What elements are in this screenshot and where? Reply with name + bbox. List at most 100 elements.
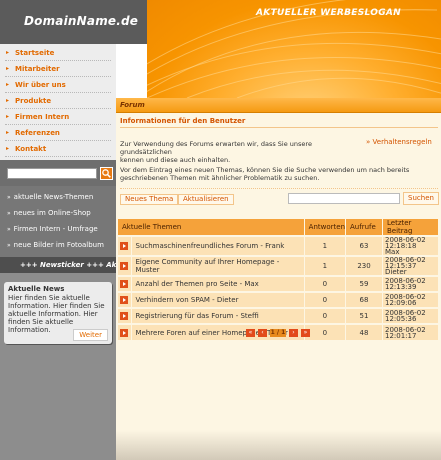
threads-table: Aktuelle Themen Antworten Aufrufe Letzte… — [118, 219, 439, 340]
chevron-right-icon: ▸ — [6, 65, 10, 72]
sidebar: ▸ Startseite ▸ Mitarbeiter ▸ Wir über uns ▸… — [0, 44, 116, 460]
news-title: Aktuelle News — [8, 285, 65, 293]
rules-link[interactable]: » Verhaltensregeln — [366, 138, 432, 146]
chevron-right-icon: ▸ — [6, 129, 10, 136]
prev-page-icon[interactable]: ‹ — [258, 329, 267, 337]
search-hint-text: Vor dem Eintrag eines neuen Themas, könn… — [120, 166, 410, 182]
topic-title[interactable]: Anzahl der Themen pro Seite - Max — [131, 275, 305, 292]
topic-icon — [120, 242, 129, 250]
topic-icon — [120, 262, 129, 270]
last-post: 2008-06-02 12:13:39 — [382, 275, 439, 292]
header-banner: AKTUELLER WERBESLOGAN — [147, 0, 441, 98]
search-button[interactable] — [100, 167, 113, 180]
new-topic-button[interactable]: Neues Thema — [120, 194, 179, 205]
divider — [120, 127, 438, 128]
sidebar-item-kontakt[interactable]: ▸ Kontakt — [5, 141, 111, 157]
reply-count: 1 — [304, 255, 347, 276]
table-row[interactable]: Suchmaschinenfreundliches Forum - Frank … — [118, 235, 439, 256]
news-text: Hier finden Sie aktuelle Information. Hi… — [8, 294, 105, 334]
column-header-last-post: Letzter Beitrag — [382, 219, 439, 236]
double-chevron-icon: » — [7, 226, 11, 233]
sidebar-item-label: Referenzen — [15, 129, 60, 137]
link-fotoalbum[interactable]: » neue Bilder im Fotoalbum — [0, 237, 116, 253]
news-box: Aktuelle News Hier finden Sie aktuelle I… — [4, 282, 112, 344]
forum-search-input[interactable] — [288, 193, 400, 204]
sidebar-item-label: Kontakt — [15, 145, 47, 153]
main-bottom-fade — [116, 430, 441, 460]
newsticker: +++ Newsticker +++ Aktue — [0, 257, 116, 273]
view-count: 59 — [345, 275, 383, 292]
topic-title[interactable]: Registrierung für das Forum - Steffi — [131, 307, 305, 324]
last-post: 2008-06-02 12:05:36 — [382, 307, 439, 324]
topic-title[interactable]: Verhindern von SPAM - Dieter — [131, 291, 305, 308]
link-online-shop[interactable]: » neues im Online-Shop — [0, 205, 116, 221]
topic-title[interactable]: Eigene Community auf Ihrer Homepage - Mu… — [131, 255, 305, 276]
table-row[interactable]: Registrierung für das Forum - Steffi 0 5… — [118, 307, 439, 324]
last-post: 2008-06-02 12:15:37 Dieter — [382, 255, 439, 276]
link-news-themen[interactable]: » aktuelle News-Themen — [0, 189, 116, 205]
view-count: 48 — [345, 323, 383, 340]
search-icon — [102, 169, 111, 178]
main-content: Forum Informationen für den Benutzer Zur… — [116, 98, 441, 460]
info-title: Informationen für den Benutzer — [120, 117, 246, 125]
next-page-icon[interactable]: › — [289, 329, 298, 337]
sidebar-item-firmen-intern[interactable]: ▸ Firmen Intern — [5, 109, 111, 125]
pagination: «‹ 1 / 1 ›» — [246, 329, 313, 339]
sidebar-item-wir-ueber-uns[interactable]: ▸ Wir über uns — [5, 77, 111, 93]
chevron-right-icon: ▸ — [6, 81, 10, 88]
table-header-row: Aktuelle Themen Antworten Aufrufe Letzte… — [118, 219, 439, 236]
forum-search-button[interactable]: Suchen — [403, 192, 439, 205]
sidebar-item-startseite[interactable]: ▸ Startseite — [5, 45, 111, 61]
topic-icon — [120, 312, 129, 320]
double-chevron-icon: » — [7, 210, 11, 217]
sidebar-item-referenzen[interactable]: ▸ Referenzen — [5, 125, 111, 141]
link-umfrage[interactable]: » Firmen Intern - Umfrage — [0, 221, 116, 237]
double-chevron-icon: » — [366, 138, 371, 146]
topic-icon — [120, 328, 129, 337]
view-count: 63 — [345, 235, 383, 256]
last-post: 2008-06-02 12:09:06 — [382, 291, 439, 308]
news-more-button[interactable]: Weiter — [73, 329, 108, 341]
view-count: 68 — [345, 291, 383, 308]
column-header-topics: Aktuelle Themen — [118, 219, 305, 236]
sidebar-item-mitarbeiter[interactable]: ▸ Mitarbeiter — [5, 61, 111, 77]
section-header: Forum — [116, 98, 441, 113]
double-chevron-icon: » — [7, 242, 11, 249]
view-count: 51 — [345, 307, 383, 324]
sidebar-links: » aktuelle News-Themen » neues im Online-S… — [0, 186, 116, 257]
divider — [120, 188, 438, 189]
sidebar-item-label: Startseite — [15, 49, 55, 57]
table-row[interactable]: Verhindern von SPAM - Dieter 0 68 2008-0… — [118, 291, 439, 308]
last-page-icon[interactable]: » — [301, 329, 310, 337]
slogan: AKTUELLER WERBESLOGAN — [256, 8, 401, 18]
last-post: 2008-06-02 12:18:18 Max — [382, 235, 439, 256]
chevron-right-icon: ▸ — [6, 49, 10, 56]
reply-count: 0 — [304, 275, 347, 292]
topic-icon — [120, 280, 129, 288]
double-chevron-icon: » — [7, 194, 11, 201]
table-row[interactable]: Anzahl der Themen pro Seite - Max 0 59 2… — [118, 275, 439, 292]
logo-area: DomainName.de — [0, 0, 147, 44]
reply-count: 0 — [304, 291, 347, 308]
reply-count: 1 — [304, 235, 347, 256]
table-row[interactable]: Eigene Community auf Ihrer Homepage - Mu… — [118, 255, 439, 276]
last-post: 2008-06-02 12:01:17 — [382, 323, 439, 340]
sidebar-item-produkte[interactable]: ▸ Produkte — [5, 93, 111, 109]
section-title: Forum — [120, 101, 145, 109]
refresh-button[interactable]: Aktualisieren — [178, 194, 234, 205]
site-logo[interactable]: DomainName.de — [24, 14, 138, 28]
column-header-replies: Antworten — [304, 219, 347, 236]
intro-text: Zur Verwendung des Forums erwarten wir, … — [120, 140, 312, 164]
sidebar-item-label: Mitarbeiter — [15, 65, 60, 73]
first-page-icon[interactable]: « — [246, 329, 255, 337]
sidebar-item-label: Firmen Intern — [15, 113, 70, 121]
view-count: 230 — [345, 255, 383, 276]
sidebar-nav: ▸ Startseite ▸ Mitarbeiter ▸ Wir über uns ▸… — [0, 44, 116, 160]
sidebar-item-label: Wir über uns — [15, 81, 66, 89]
sidebar-item-label: Produkte — [15, 97, 52, 105]
sidebar-search — [0, 160, 116, 186]
chevron-right-icon: ▸ — [6, 97, 10, 104]
sidebar-search-input[interactable] — [7, 168, 97, 179]
topic-title[interactable]: Suchmaschinenfreundliches Forum - Frank — [131, 235, 305, 256]
topic-icon — [120, 296, 129, 304]
